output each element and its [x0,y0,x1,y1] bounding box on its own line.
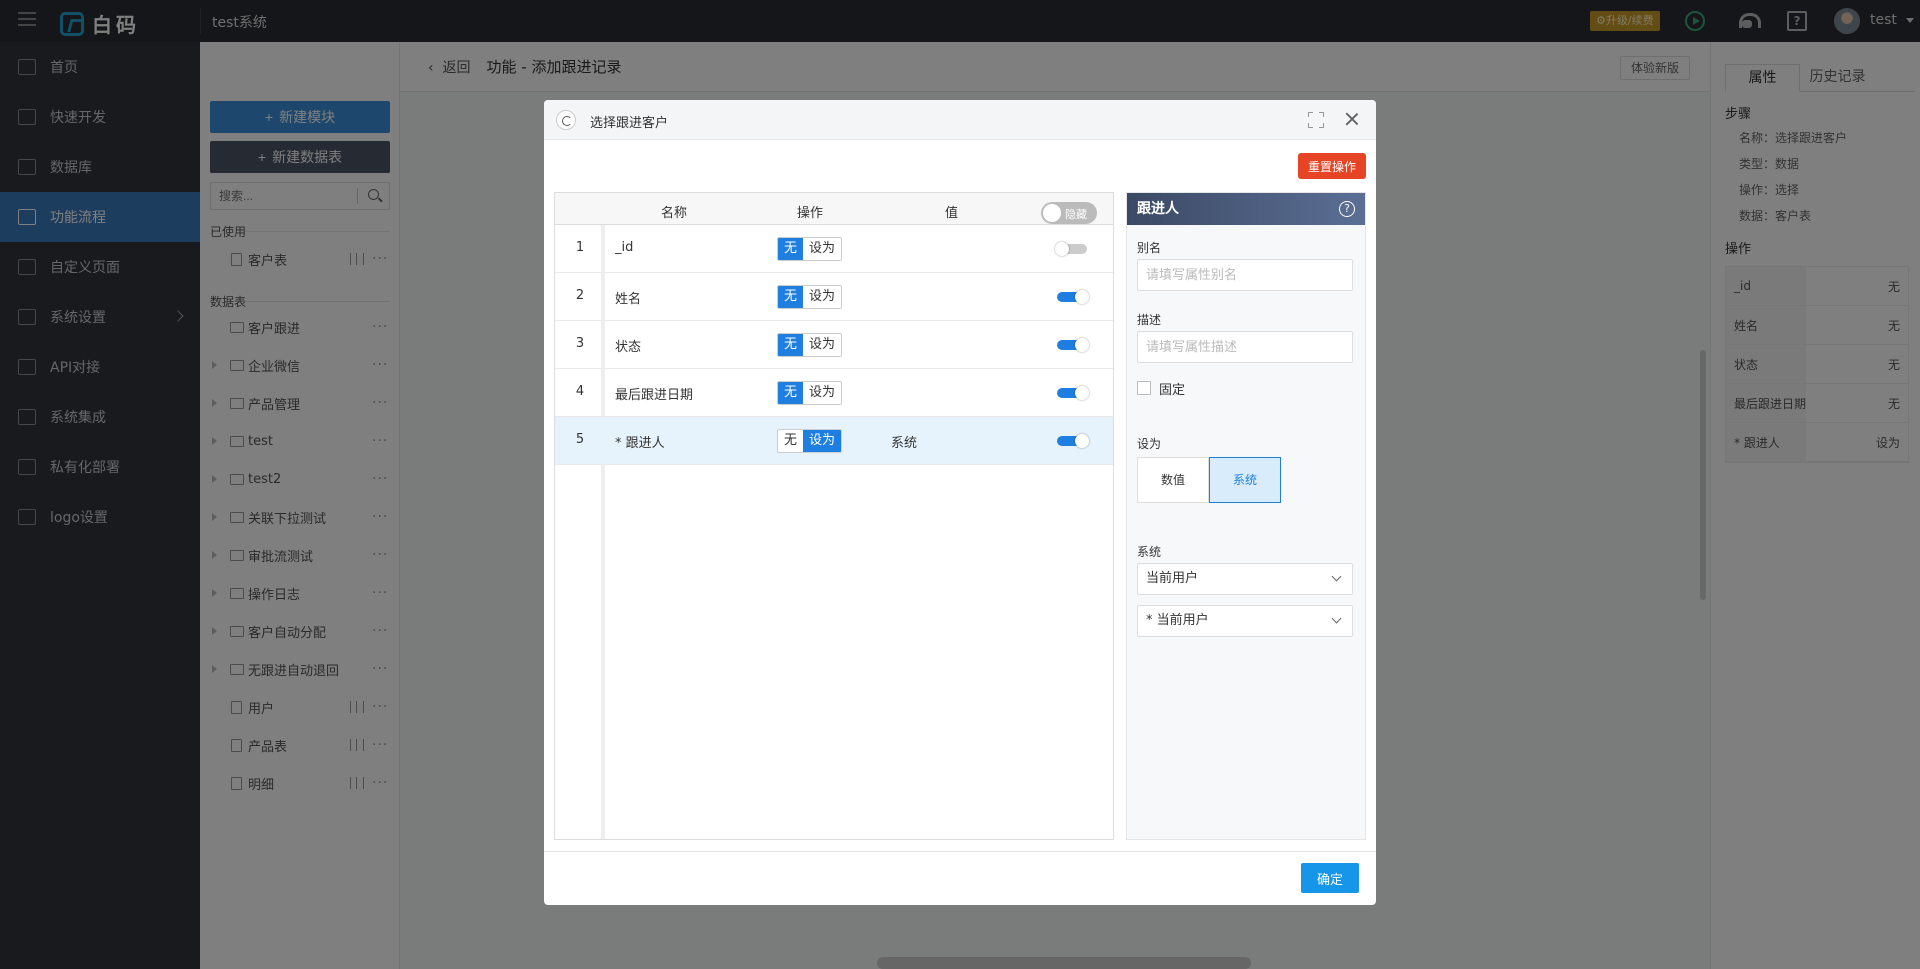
alias-input[interactable] [1137,259,1353,291]
confirm-button[interactable]: 确定 [1301,863,1359,893]
refresh-icon[interactable] [556,110,576,130]
row-index: 2 [575,288,585,303]
op-none-option[interactable]: 无 [778,430,804,452]
table-row[interactable]: 2 姓名 无设为 [555,273,1113,321]
dialog-footer-divider [544,851,1376,852]
fixed-label: 固定 [1159,383,1186,398]
grid-header: 名称 操作 值 隐藏 [555,193,1113,225]
setas-label: 设为 [1137,437,1162,451]
setas-option-system[interactable]: 系统 [1209,457,1281,503]
field-name: 跟进人 [1137,201,1179,217]
hide-all-toggle[interactable]: 隐藏 [1041,202,1097,224]
chevron-down-icon [1331,613,1342,624]
setas-segment: 数值 系统 [1137,457,1281,503]
table-row[interactable]: 1 _id 无设为 [555,225,1113,273]
alias-label: 别名 [1137,241,1162,255]
table-row-selected[interactable]: 5 * 跟进人 无设为 系统 [555,417,1113,465]
help-icon[interactable]: ? [1339,201,1355,217]
row-name: 最后跟进日期 [615,388,694,403]
operation-segment: 无设为 [777,285,843,309]
user-select[interactable]: * 当前用户 [1137,605,1353,637]
row-index: 4 [575,384,585,399]
system-label: 系统 [1137,545,1162,559]
operation-segment: 无设为 [777,333,843,357]
header-name: 名称 [661,206,688,221]
user-select-value: * 当前用户 [1146,613,1209,628]
dialog-header: 选择跟进客户 [544,100,1376,140]
row-name: 状态 [615,340,642,355]
row-visibility-toggle[interactable] [1055,242,1087,256]
fixed-checkbox[interactable] [1137,381,1151,395]
select-customer-dialog: 选择跟进客户 重置操作 名称 操作 值 隐藏 1 _id 无设为 2 姓名 无设… [544,100,1376,905]
row-visibility-toggle[interactable] [1057,434,1089,448]
system-select-value: 当前用户 [1146,571,1199,586]
row-index: 5 [575,432,585,447]
system-select[interactable]: 当前用户 [1137,563,1353,595]
hide-toggle-label: 隐藏 [1065,208,1087,221]
row-name: * 跟进人 [615,436,665,451]
row-index: 3 [575,336,585,351]
row-visibility-toggle[interactable] [1057,338,1089,352]
row-visibility-toggle[interactable] [1057,290,1089,304]
field-settings-title: 跟进人 ? [1127,193,1365,225]
op-set-option[interactable]: 设为 [803,430,842,452]
expand-icon[interactable] [1308,112,1324,128]
row-value: 系统 [891,436,918,451]
op-none-option[interactable]: 无 [778,238,804,260]
dialog-title: 选择跟进客户 [590,116,669,131]
desc-label: 描述 [1137,313,1162,327]
field-settings-panel: 跟进人 ? 别名 描述 固定 设为 数值 系统 系统 当前用户 * 当前用户 [1126,192,1366,840]
header-value: 值 [945,206,959,221]
row-visibility-toggle[interactable] [1057,386,1089,400]
op-none-option[interactable]: 无 [778,334,804,356]
table-row[interactable]: 3 状态 无设为 [555,321,1113,369]
close-icon[interactable] [1344,111,1360,127]
field-grid: 名称 操作 值 隐藏 1 _id 无设为 2 姓名 无设为 3 状态 无设为 4… [554,192,1114,840]
op-set-option[interactable]: 设为 [803,238,842,260]
table-row[interactable]: 4 最后跟进日期 无设为 [555,369,1113,417]
operation-segment: 无设为 [777,237,843,261]
op-set-option[interactable]: 设为 [803,286,842,308]
op-set-option[interactable]: 设为 [803,334,842,356]
row-name: 姓名 [615,292,642,307]
row-name: _id [615,240,634,255]
setas-option-value[interactable]: 数值 [1137,457,1209,503]
reset-operation-button[interactable]: 重置操作 [1298,153,1366,179]
header-operation: 操作 [797,206,824,221]
chevron-down-icon [1331,571,1342,582]
op-none-option[interactable]: 无 [778,286,804,308]
op-set-option[interactable]: 设为 [803,382,842,404]
operation-segment: 无设为 [777,429,843,453]
op-none-option[interactable]: 无 [778,382,804,404]
operation-segment: 无设为 [777,381,843,405]
desc-input[interactable] [1137,331,1353,363]
row-index: 1 [575,240,585,255]
